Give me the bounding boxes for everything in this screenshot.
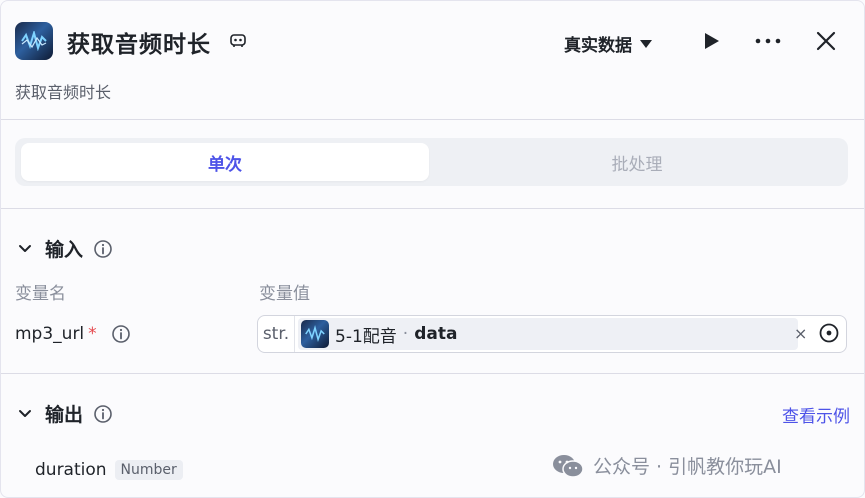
output-field: duration Number xyxy=(35,460,183,480)
reference-field-name: data xyxy=(414,324,458,344)
output-field-type: Number xyxy=(114,460,183,480)
output-section-title: 输出 xyxy=(45,404,84,426)
output-field-name: duration xyxy=(35,460,107,480)
data-mode-label: 真实数据 xyxy=(564,36,632,56)
play-icon[interactable] xyxy=(701,31,721,51)
watermark-text: 公众号 · 引帆教你玩AI xyxy=(593,456,782,478)
chevron-down-icon[interactable] xyxy=(15,404,35,424)
tab-single[interactable]: 单次 xyxy=(21,143,429,181)
run-mode-tabs: 单次 批处理 xyxy=(15,138,848,186)
caret-down-icon xyxy=(640,39,652,48)
reference-node-name: 5-1配音 xyxy=(335,326,397,347)
reference-separator: · xyxy=(402,324,409,344)
node-panel: 获取音频时长 真实数据 获取音频时长 单次 批处理 输入 变量名 变量值 mp3… xyxy=(0,0,865,498)
node-title[interactable]: 获取音频时长 xyxy=(67,25,211,59)
column-variable-value: 变量值 xyxy=(259,284,310,304)
input-section: 输入 变量名 变量值 mp3_url * str. 5-1配音 · data × xyxy=(1,209,864,374)
more-icon[interactable] xyxy=(753,31,783,51)
node-icon xyxy=(301,320,329,348)
variable-picker-icon[interactable] xyxy=(818,322,840,344)
info-icon[interactable] xyxy=(111,324,131,344)
plugin-tag-icon[interactable] xyxy=(229,31,247,49)
output-section: 输出 查看示例 duration Number 公众号 · 引帆教你玩AI xyxy=(1,374,864,497)
watermark: 公众号 · 引帆教你玩AI xyxy=(551,452,782,479)
output-section-header[interactable]: 输出 xyxy=(15,400,113,427)
run-mode-tabs-area: 单次 批处理 xyxy=(1,120,864,209)
column-variable-name: 变量名 xyxy=(15,284,66,304)
audio-wave-icon xyxy=(305,325,325,342)
variable-value-input[interactable]: str. 5-1配音 · data × xyxy=(257,315,847,353)
view-example-link[interactable]: 查看示例 xyxy=(782,402,850,427)
required-mark: * xyxy=(88,324,97,344)
variable-name: mp3_url * xyxy=(15,324,131,344)
audio-wave-icon xyxy=(21,31,47,51)
wechat-icon xyxy=(553,454,584,478)
variable-reference-chip[interactable]: 5-1配音 · data xyxy=(298,318,798,350)
chevron-down-icon[interactable] xyxy=(15,239,35,259)
input-section-header[interactable]: 输入 xyxy=(15,235,113,262)
clear-reference-button[interactable]: × xyxy=(794,324,807,343)
type-badge: str. xyxy=(258,316,295,352)
info-icon[interactable] xyxy=(93,404,113,424)
data-mode-select[interactable]: 真实数据 xyxy=(564,31,652,56)
close-icon[interactable] xyxy=(815,30,837,52)
info-icon[interactable] xyxy=(93,239,113,259)
node-description: 获取音频时长 xyxy=(15,83,112,102)
input-section-title: 输入 xyxy=(45,239,84,261)
tab-batch[interactable]: 批处理 xyxy=(433,143,841,181)
variable-name-text: mp3_url xyxy=(15,324,85,344)
panel-header: 获取音频时长 真实数据 获取音频时长 xyxy=(1,1,864,120)
node-icon xyxy=(15,22,53,60)
